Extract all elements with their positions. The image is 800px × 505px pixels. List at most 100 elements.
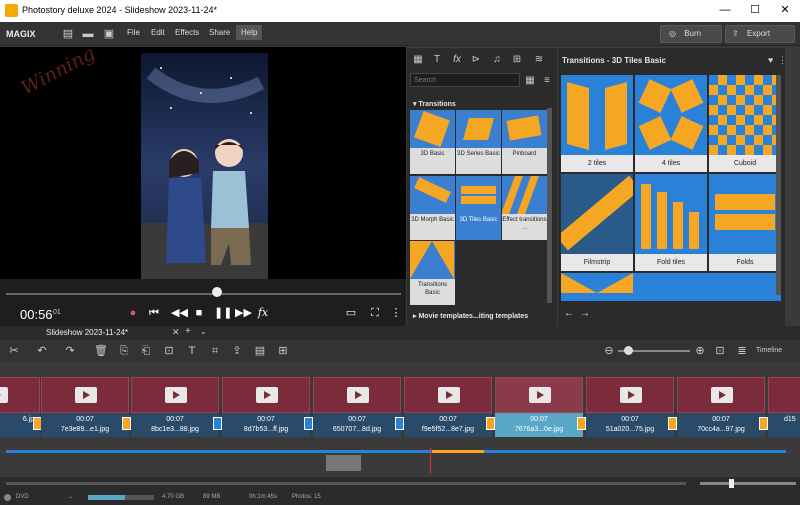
new-file-icon[interactable]: ▤ — [62, 28, 74, 40]
open-folder-icon[interactable]: ▬ — [82, 28, 94, 40]
copy-icon[interactable]: ⎘ — [118, 345, 130, 357]
tab-slideshow[interactable]: Slideshow 2023-11-24* — [46, 328, 128, 337]
transition-marker[interactable] — [395, 417, 404, 430]
title-icon[interactable]: T — [186, 345, 198, 357]
disc-type[interactable]: DVD — [16, 494, 29, 500]
tile-fold-tiles[interactable]: Fold tiles — [635, 174, 707, 271]
fit-icon[interactable]: ⊞ — [277, 345, 289, 357]
media-scrollbar[interactable] — [547, 108, 552, 303]
timeline-clip[interactable]: 00:07 7e3e89...e1.jpg — [41, 377, 129, 437]
search-input[interactable] — [410, 73, 520, 87]
fx-icon[interactable]: fx — [257, 307, 269, 319]
paste-icon[interactable]: ⎗ — [140, 345, 152, 357]
transition-marker[interactable] — [668, 417, 677, 430]
next-arrow-icon[interactable]: → — [580, 308, 590, 319]
transition-marker[interactable] — [486, 417, 495, 430]
timeline-clip[interactable]: 00:07 70cc4a...97.jpg — [677, 377, 765, 437]
cast-icon[interactable]: ▭ — [345, 307, 357, 319]
menu-help[interactable]: Help — [236, 25, 263, 40]
section-transitions[interactable]: ▾ Transitions — [413, 100, 456, 108]
transition-marker[interactable] — [122, 417, 131, 430]
tab-dropdown-icon[interactable]: ⌄ — [200, 327, 207, 336]
menu-effects[interactable]: Effects — [175, 28, 199, 37]
scroll-handle[interactable] — [729, 479, 734, 488]
add-tab-button[interactable]: + — [185, 326, 191, 337]
redo-icon[interactable]: ↷ — [64, 345, 76, 357]
scrub-handle[interactable] — [212, 287, 222, 297]
undo-icon[interactable]: ↶ — [36, 345, 48, 357]
burn-button[interactable]: ◎ Burn — [660, 25, 722, 43]
stop-icon[interactable]: ■ — [193, 307, 205, 319]
zoom-handle[interactable] — [624, 346, 633, 355]
rewind-icon[interactable]: ◀◀ — [171, 307, 188, 319]
more-options-icon[interactable]: ⋮ — [778, 55, 787, 66]
timeline-clip[interactable]: 00:07 51a020...75.jpg — [586, 377, 674, 437]
timeline-view-icon[interactable]: ≣ — [736, 345, 748, 357]
transition-marker[interactable] — [213, 417, 222, 430]
scissors-icon[interactable]: ✂ — [8, 345, 20, 357]
fast-forward-icon[interactable]: ▶▶ — [235, 307, 252, 319]
sort-icon[interactable]: ≡ — [541, 75, 553, 87]
store-tab-icon[interactable]: ⊞ — [511, 54, 523, 66]
zoom-in-icon[interactable]: ⊕ — [694, 345, 706, 357]
prev-arrow-icon[interactable]: ← — [564, 308, 574, 319]
music-tab-icon[interactable]: ♫ — [491, 54, 503, 66]
grid-view-icon[interactable]: ▦ — [524, 75, 536, 87]
thumb-transitions-basic[interactable]: Transitions Basic — [410, 241, 455, 305]
save-icon[interactable]: ▣ — [103, 28, 115, 40]
skip-start-icon[interactable]: ⏮ — [148, 307, 160, 319]
timeline-label[interactable]: Timeline — [756, 347, 782, 354]
thumb-pinboard[interactable]: Pinboard — [502, 110, 547, 174]
grid-tab-icon[interactable]: ▦ — [412, 54, 424, 66]
image-icon[interactable]: ▤ — [254, 345, 266, 357]
menu-share[interactable]: Share — [209, 28, 230, 37]
timeline-scrollbar[interactable] — [0, 477, 800, 490]
tile-cuboid[interactable]: Cuboid — [709, 75, 781, 172]
tile-filmstrip[interactable]: Filmstrip — [561, 174, 633, 271]
playhead[interactable] — [430, 448, 431, 474]
export-button[interactable]: ⇪ Export — [725, 25, 795, 43]
timeline-clip[interactable]: 00:07 650707...8d.jpg — [313, 377, 401, 437]
transitions-scrollbar[interactable] — [776, 75, 781, 295]
favorite-icon[interactable]: ♥ — [768, 55, 773, 65]
record-icon[interactable]: ● — [127, 307, 139, 319]
more-icon[interactable]: ⋮ — [390, 307, 402, 319]
templates-tab-icon[interactable]: ≋ — [533, 54, 545, 66]
close-button[interactable]: ✕ — [770, 0, 800, 22]
fit-zoom-icon[interactable]: ⊡ — [714, 345, 726, 357]
timeline-clip[interactable]: d15 — [768, 377, 800, 437]
tile-2-tiles[interactable]: 2 tiles — [561, 75, 633, 172]
maximize-button[interactable]: ☐ — [740, 0, 770, 22]
minimize-button[interactable]: — — [710, 0, 740, 22]
timeline-track[interactable]: 6.jpg 00:07 7e3e89...e1.jpg 00:07 8bc1e3..… — [0, 362, 800, 477]
thumb-3d-tiles-basic[interactable]: 3D Tiles Basic — [456, 176, 501, 240]
delete-icon[interactable]: 🗑 — [94, 345, 108, 357]
transition-marker[interactable] — [759, 417, 768, 430]
tile-4-tiles[interactable]: 4 tiles — [635, 75, 707, 172]
fullscreen-icon[interactable]: ⛶ — [369, 307, 381, 319]
timeline-clip-selected[interactable]: 00:07 7676a3...0e.jpg — [495, 377, 583, 437]
close-tab-icon[interactable]: ✕ — [172, 327, 180, 338]
tile-row-partial[interactable] — [561, 273, 781, 301]
preview-scrubber[interactable] — [0, 279, 406, 301]
crop-icon[interactable]: ⌗ — [209, 345, 221, 357]
timeline-clip[interactable]: 00:07 8bc1e3...88.jpg — [131, 377, 219, 437]
menu-edit[interactable]: Edit — [151, 28, 165, 37]
transitions-tab-icon[interactable]: ⊳ — [470, 54, 482, 66]
effects-tab-icon[interactable]: fx — [451, 54, 463, 66]
transition-marker[interactable] — [304, 417, 313, 430]
menu-file[interactable]: File — [127, 28, 140, 37]
thumb-3d-basic[interactable]: 3D Basic — [410, 110, 455, 174]
insert-icon[interactable]: ⊡ — [163, 345, 175, 357]
section-movie-templates[interactable]: ▸ Movie templates...iting templates — [413, 312, 528, 320]
thumb-3d-series-basic[interactable]: 3D Series Basic — [456, 110, 501, 174]
adjust-icon[interactable]: ⇪ — [231, 345, 243, 357]
pause-icon[interactable]: ❚❚ — [214, 307, 232, 319]
tile-folds[interactable]: Folds — [709, 174, 781, 271]
thumb-3d-morph-basic[interactable]: 3D Morph Basic — [410, 176, 455, 240]
transition-marker[interactable] — [577, 417, 586, 430]
thumb-effect-transitions[interactable]: Effect transitions ... — [502, 176, 547, 240]
overview-window[interactable] — [326, 455, 361, 471]
timeline-clip[interactable]: 00:07 8d7b53...ff.jpg — [222, 377, 310, 437]
timeline-clip[interactable]: 00:07 f9e5f52...8e7.jpg — [404, 377, 492, 437]
